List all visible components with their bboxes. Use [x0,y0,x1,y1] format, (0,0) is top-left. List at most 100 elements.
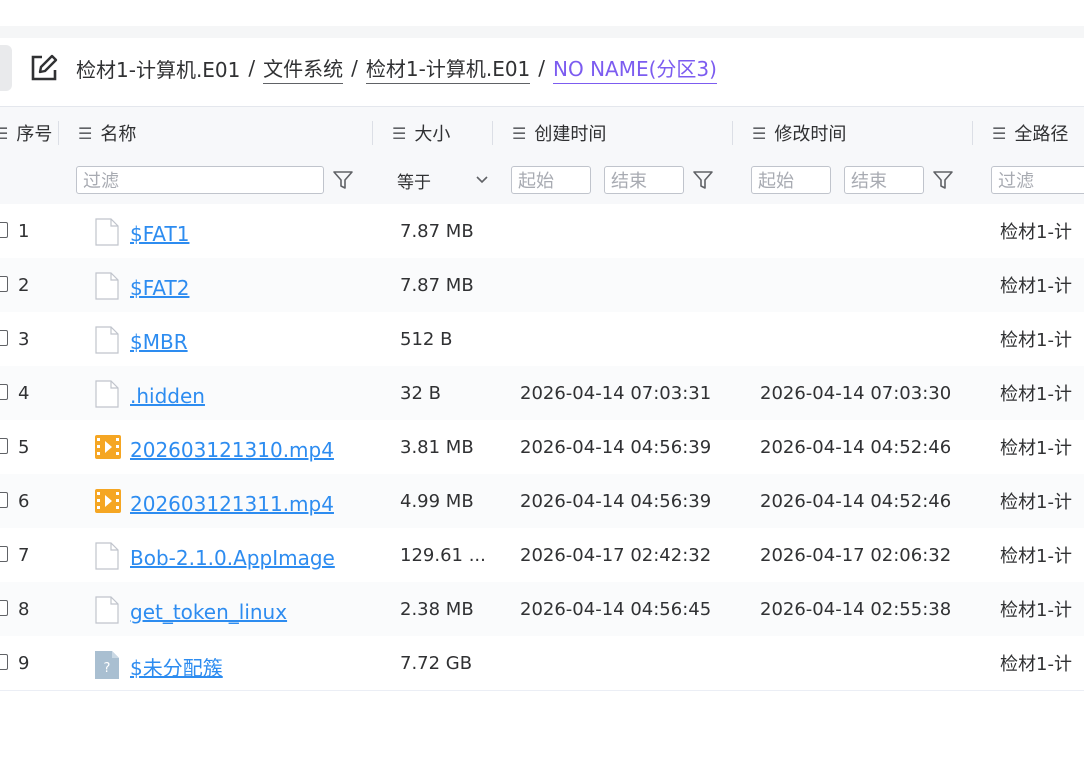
name-filter-input[interactable]: 过滤 [76,166,324,194]
table-row[interactable]: 7 Bob-2.1.0.AppImage 129.61 ... 2026-04-17 … [0,528,1084,583]
breadcrumb-item[interactable]: 检材1-计算机.E01 [76,54,240,83]
filter-row: 过滤 等于 起始 结束 起始 结束 过滤 [0,158,1084,205]
full-path: 检材1-计 [1000,222,1072,243]
file-icon [94,272,120,300]
row-checkbox[interactable] [0,330,8,346]
column-label: 序号 [16,124,53,145]
file-name-link[interactable]: $未分配簇 [130,636,223,690]
size-operator-value: 等于 [397,172,431,193]
column-label: 创建时间 [534,124,607,145]
full-path: 检材1-计 [1000,330,1072,351]
file-name-link[interactable]: $FAT1 [130,204,189,258]
column-menu-icon[interactable]: ☰ [78,124,92,143]
file-name-link[interactable]: 202603121311.mp4 [130,474,334,528]
file-name-link[interactable]: $FAT2 [130,258,189,312]
table-row[interactable]: 3 $MBR 512 B 检材1-计 [0,312,1084,367]
file-icon [94,326,120,354]
column-header-modified[interactable]: ☰ 修改时间 [752,107,846,159]
filter-icon[interactable] [931,168,955,192]
table-row[interactable]: 8 get_token_linux 2.38 MB 2026-04-14 04:56:… [0,582,1084,637]
file-name-link[interactable]: .hidden [130,366,205,420]
row-checkbox[interactable] [0,438,8,454]
file-size: 2.38 MB [400,598,474,620]
table-row[interactable]: 1 $FAT1 7.87 MB 检材1-计 [0,204,1084,259]
created-start-input[interactable]: 起始 [511,166,591,194]
column-header-path[interactable]: ☰ 全路径 [992,107,1068,159]
column-divider[interactable] [372,121,373,145]
column-divider[interactable] [58,121,59,145]
created-time: 2026-04-14 04:56:45 [520,598,712,620]
row-index: 7 [18,544,30,566]
row-checkbox[interactable] [0,276,8,292]
modified-time: 2026-04-14 02:55:38 [760,598,952,620]
edit-icon[interactable] [28,52,60,84]
table-row[interactable]: 5 202603121310.mp4 3.81 MB 2026-04-14 04:56… [0,420,1084,475]
file-size: 7.72 GB [400,652,473,674]
row-index: 2 [18,274,30,296]
table-row[interactable]: 2 $FAT2 7.87 MB 检材1-计 [0,258,1084,313]
breadcrumb-item[interactable]: 检材1-计算机.E01 [365,53,531,84]
video-icon [94,434,121,462]
row-checkbox[interactable] [0,384,8,400]
column-menu-icon[interactable]: ☰ [0,124,8,143]
breadcrumb-item[interactable]: 文件系统 [263,53,344,84]
column-divider[interactable] [492,121,493,145]
file-name-link[interactable]: 202603121310.mp4 [130,420,334,474]
file-name-link[interactable]: get_token_linux [130,582,287,636]
row-index: 4 [18,382,30,404]
column-divider[interactable] [732,121,733,145]
breadcrumb-bar: 检材1-计算机.E01 / 文件系统 / 检材1-计算机.E01 / NO NA… [0,38,1084,98]
row-checkbox[interactable] [0,546,8,562]
svg-text:?: ? [104,661,111,676]
filter-icon[interactable] [691,168,715,192]
modified-start-input[interactable]: 起始 [751,166,831,194]
column-divider[interactable] [972,121,973,145]
breadcrumb-separator: / [248,56,256,80]
full-path: 检材1-计 [1000,276,1072,297]
modified-end-input[interactable]: 结束 [844,166,924,194]
row-checkbox[interactable] [0,492,8,508]
column-label: 大小 [414,124,451,145]
column-header-index[interactable]: ☰ 序号 [0,107,52,159]
created-end-input[interactable]: 结束 [604,166,684,194]
chevron-down-icon [476,176,488,184]
row-index: 9 [18,652,30,674]
row-index: 5 [18,436,30,458]
file-icon [94,380,120,408]
column-label: 全路径 [1014,124,1069,145]
table-row[interactable]: 6 202603121311.mp4 4.99 MB 2026-04-14 04:56… [0,474,1084,529]
created-time: 2026-04-17 02:42:32 [520,544,712,566]
path-filter-input[interactable]: 过滤 [991,166,1084,194]
column-menu-icon[interactable]: ☰ [512,124,526,143]
file-icon [94,218,120,246]
column-menu-icon[interactable]: ☰ [392,124,406,143]
column-menu-icon[interactable]: ☰ [752,124,766,143]
modified-time: 2026-04-14 04:52:46 [760,490,952,512]
row-index: 6 [18,490,30,512]
file-size: 3.81 MB [400,436,474,458]
column-menu-icon[interactable]: ☰ [992,124,1006,143]
sidebar-toggle-button[interactable] [0,45,12,91]
column-header-size[interactable]: ☰ 大小 [392,107,450,159]
table-header: ☰ 序号 ☰ 名称 ☰ 大小 ☰ 创建时间 ☰ 修改时间 ☰ 全路径 [0,106,1084,160]
full-path: 检材1-计 [1000,546,1072,567]
file-name-link[interactable]: Bob-2.1.0.AppImage [130,528,335,582]
row-checkbox[interactable] [0,654,8,670]
modified-time: 2026-04-14 07:03:30 [760,382,952,404]
breadcrumb-separator: / [538,56,546,80]
breadcrumb-item-current[interactable]: NO NAME(分区3) [553,53,717,84]
row-checkbox[interactable] [0,222,8,238]
created-time: 2026-04-14 07:03:31 [520,382,712,404]
column-header-created[interactable]: ☰ 创建时间 [512,107,606,159]
row-checkbox[interactable] [0,600,8,616]
filter-icon[interactable] [331,168,355,192]
file-name-link[interactable]: $MBR [130,312,188,366]
file-size: 4.99 MB [400,490,474,512]
column-header-name[interactable]: ☰ 名称 [78,107,136,159]
table-row[interactable]: 9? $未分配簇 7.72 GB 检材1-计 [0,636,1084,691]
column-label: 名称 [100,124,137,145]
file-size: 512 B [400,328,453,350]
size-operator-select[interactable]: 等于 [397,166,491,194]
unknown-file-icon: ? [94,650,120,679]
table-row[interactable]: 4 .hidden 32 B 2026-04-14 07:03:31 2026-04-1… [0,366,1084,421]
